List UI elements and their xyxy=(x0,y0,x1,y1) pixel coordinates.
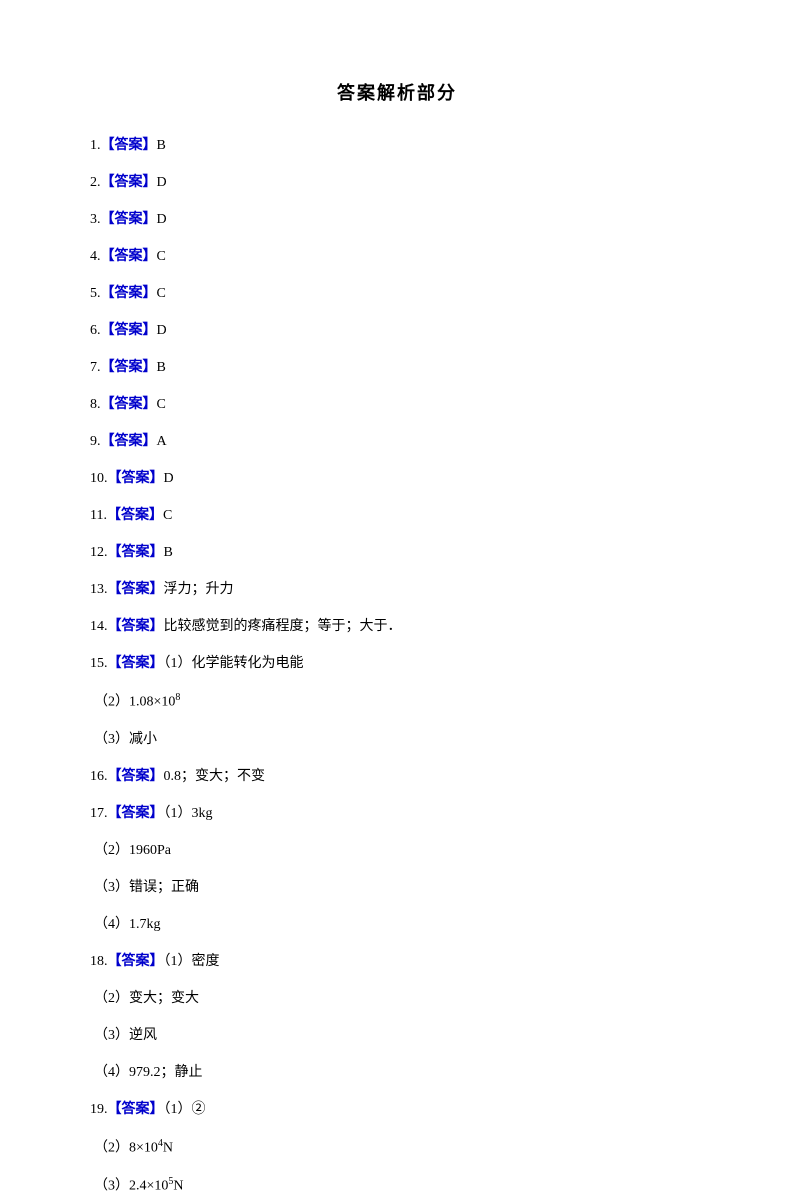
question-number: 16. xyxy=(90,769,108,784)
answer-value: C xyxy=(157,249,166,264)
answer-sub-item: （2）1960Pa xyxy=(90,840,704,861)
answer-sub-item: （2）变大；变大 xyxy=(90,988,704,1009)
answer-item: 19.【答案】（1）② xyxy=(90,1099,704,1120)
question-number: 12. xyxy=(90,545,108,560)
answer-item: 16.【答案】0.8；变大；不变 xyxy=(90,766,704,787)
answer-label: 【答案】 xyxy=(108,954,164,969)
answer-label: 【答案】 xyxy=(107,508,163,523)
answer-label: 【答案】 xyxy=(108,545,164,560)
question-number: 17. xyxy=(90,806,108,821)
answer-sub-item: （3）逆风 xyxy=(90,1025,704,1046)
answer-label: 【答案】 xyxy=(101,175,157,190)
answer-value: D xyxy=(157,212,167,227)
question-number: 3. xyxy=(90,212,101,227)
answer-label: 【答案】 xyxy=(101,249,157,264)
answer-item: 3.【答案】D xyxy=(90,209,704,230)
answer-item: 10.【答案】D xyxy=(90,468,704,489)
answer-value: B xyxy=(157,138,166,153)
answer-label: 【答案】 xyxy=(101,434,157,449)
answer-list: 1.【答案】B2.【答案】D3.【答案】D4.【答案】C5.【答案】C6.【答案… xyxy=(90,135,704,1197)
answer-value: 0.8；变大；不变 xyxy=(164,769,266,784)
answer-sub-item: （4）979.2；静止 xyxy=(90,1062,704,1083)
question-number: 2. xyxy=(90,175,101,190)
answer-item: 11.【答案】C xyxy=(90,505,704,526)
answer-label: 【答案】 xyxy=(101,286,157,301)
answer-item: 4.【答案】C xyxy=(90,246,704,267)
answer-sub-item: （3）减小 xyxy=(90,729,704,750)
answer-label: 【答案】 xyxy=(108,582,164,597)
answer-value: B xyxy=(164,545,173,560)
answer-label: 【答案】 xyxy=(101,138,157,153)
question-number: 19. xyxy=(90,1102,108,1117)
answer-sub-item: （3）2.4×105N xyxy=(90,1174,704,1197)
answer-item: 9.【答案】A xyxy=(90,431,704,452)
answer-item: 6.【答案】D xyxy=(90,320,704,341)
answer-value: 浮力；升力 xyxy=(164,582,234,597)
answer-label: 【答案】 xyxy=(108,806,164,821)
question-number: 5. xyxy=(90,286,101,301)
answer-label: 【答案】 xyxy=(101,212,157,227)
question-number: 14. xyxy=(90,619,108,634)
answer-sub-item: （2）1.08×108 xyxy=(90,690,704,713)
answer-item: 14.【答案】比较感觉到的疼痛程度；等于；大于． xyxy=(90,616,704,637)
answer-value: D xyxy=(157,175,167,190)
question-number: 18. xyxy=(90,954,108,969)
answer-item: 13.【答案】浮力；升力 xyxy=(90,579,704,600)
answer-label: 【答案】 xyxy=(108,656,164,671)
answer-value: （1）化学能转化为电能 xyxy=(164,656,304,671)
question-number: 7. xyxy=(90,360,101,375)
question-number: 6. xyxy=(90,323,101,338)
question-number: 10. xyxy=(90,471,108,486)
question-number: 15. xyxy=(90,656,108,671)
question-number: 4. xyxy=(90,249,101,264)
answer-sub-item: （3）错误；正确 xyxy=(90,877,704,898)
answer-value: C xyxy=(163,508,172,523)
answer-label: 【答案】 xyxy=(108,1102,164,1117)
answer-value: （1）3kg xyxy=(164,806,213,821)
answer-value: C xyxy=(157,286,166,301)
question-number: 1. xyxy=(90,138,101,153)
answer-value: B xyxy=(157,360,166,375)
answer-sub-item: （2）8×104N xyxy=(90,1136,704,1159)
answer-label: 【答案】 xyxy=(108,769,164,784)
question-number: 13. xyxy=(90,582,108,597)
answer-item: 7.【答案】B xyxy=(90,357,704,378)
answer-value: A xyxy=(157,434,167,449)
answer-item: 5.【答案】C xyxy=(90,283,704,304)
answer-value: （1）密度 xyxy=(164,954,220,969)
page-title: 答案解析部分 xyxy=(90,80,704,107)
answer-value: D xyxy=(157,323,167,338)
answer-item: 12.【答案】B xyxy=(90,542,704,563)
answer-label: 【答案】 xyxy=(101,397,157,412)
question-number: 8. xyxy=(90,397,101,412)
answer-value: C xyxy=(157,397,166,412)
answer-label: 【答案】 xyxy=(101,360,157,375)
answer-label: 【答案】 xyxy=(101,323,157,338)
answer-label: 【答案】 xyxy=(108,619,164,634)
answer-item: 8.【答案】C xyxy=(90,394,704,415)
answer-item: 17.【答案】（1）3kg xyxy=(90,803,704,824)
answer-value: （1）② xyxy=(164,1102,206,1117)
answer-label: 【答案】 xyxy=(108,471,164,486)
question-number: 11. xyxy=(90,508,107,523)
answer-item: 18.【答案】（1）密度 xyxy=(90,951,704,972)
answer-value: 比较感觉到的疼痛程度；等于；大于． xyxy=(164,619,402,634)
answer-item: 2.【答案】D xyxy=(90,172,704,193)
answer-item: 15.【答案】（1）化学能转化为电能 xyxy=(90,653,704,674)
answer-value: D xyxy=(164,471,174,486)
answer-sub-item: （4）1.7kg xyxy=(90,914,704,935)
answer-item: 1.【答案】B xyxy=(90,135,704,156)
question-number: 9. xyxy=(90,434,101,449)
